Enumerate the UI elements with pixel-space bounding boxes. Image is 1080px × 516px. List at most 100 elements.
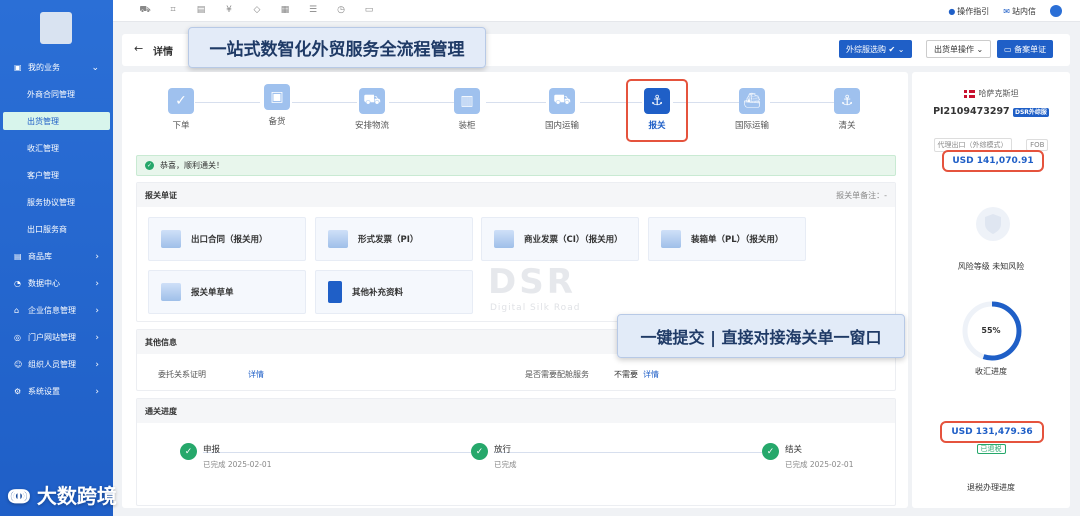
chevron-down-icon: ⌄ — [976, 44, 984, 54]
gear-icon: ⚙ — [14, 387, 22, 396]
promo-banner-mid: 一键提交 | 直接对接海关单一窗口 — [617, 314, 905, 358]
nav-my-business[interactable]: ▣ 我的业务 ⌄ — [0, 54, 113, 81]
check-icon: ✔ — [888, 44, 896, 54]
service-select-button[interactable]: 外综服选购 ✔ ⌄ — [839, 40, 912, 58]
chevron-down-icon: ⌄ — [897, 44, 905, 54]
step-container[interactable]: ▥ 装柜 — [437, 82, 497, 131]
step-clearance[interactable]: ⚓ 清关 — [817, 82, 877, 131]
doc-commercial-invoice[interactable]: 商业发票（CI）（报关用） — [481, 217, 639, 261]
step-logistics[interactable]: ⛟ 安排物流 — [342, 82, 402, 131]
shield-icon — [976, 207, 1010, 241]
entrust-label: 委托关系证明 — [158, 370, 206, 379]
building-icon: ⌂ — [14, 306, 20, 315]
doc-packing-list[interactable]: 装箱单（PL）（报关用） — [648, 217, 806, 261]
current-step-highlight — [626, 79, 688, 142]
entrust-detail-link[interactable]: 详情 — [248, 369, 264, 380]
nav-sub-customer[interactable]: 客户管理 — [0, 162, 113, 189]
space-service-value: 不需要 — [614, 370, 638, 379]
anchor-icon: ⚓ — [834, 88, 860, 114]
document-icon — [161, 283, 181, 301]
dsr-badge: DSR外综服 — [1012, 108, 1049, 117]
chart-icon: ◔ — [14, 279, 21, 288]
toolbar-icons: ⛟ ⌗ ▤ ¥ ◇ ▦ ☰ ◷ ▭ — [131, 5, 383, 16]
space-service-detail-link[interactable]: 详情 — [643, 369, 659, 380]
check-circle-icon: ✓ — [145, 161, 154, 170]
nav-company[interactable]: ⌂ 企业信息管理 › — [0, 297, 113, 324]
avatar[interactable] — [1050, 5, 1062, 17]
globe-icon: ◎ — [14, 333, 21, 342]
nav-settings[interactable]: ⚙ 系统设置 › — [0, 378, 113, 405]
promo-banner-top: 一站式数智化外贸服务全流程管理 — [188, 27, 486, 68]
yen-icon[interactable]: ¥ — [215, 5, 243, 16]
tax-refund-label: 退税办理进度 — [967, 483, 1015, 492]
nav-goods[interactable]: ▤ 商品库 › — [0, 243, 113, 270]
box-icon: ▤ — [14, 252, 22, 261]
brand-mark-icon: ↈ — [8, 484, 30, 508]
step-domestic[interactable]: ⛟ 国内运输 — [532, 82, 592, 131]
brand-logo: ↈ 大数跨境 — [8, 484, 117, 508]
doc-other-materials[interactable]: 其他补充资料 — [315, 270, 473, 314]
check-circle-icon: ✓ — [762, 443, 779, 460]
chevron-right-icon: › — [95, 278, 99, 289]
scan-icon[interactable]: ⌗ — [159, 5, 187, 16]
nav-sub-collection[interactable]: 收汇管理 — [0, 135, 113, 162]
lorry-icon: ⛟ — [549, 88, 575, 114]
step-stock[interactable]: ▣ 备货 — [247, 78, 307, 127]
pi-number: PI2109473297 DSR外综服 — [933, 106, 1049, 117]
clearance-header: 通关进度 — [137, 399, 895, 423]
nav-data[interactable]: ◔ 数据中心 › — [0, 270, 113, 297]
refunded-status: 已退税 — [912, 444, 1070, 454]
refund-amount: USD 131,479.36 — [940, 421, 1044, 443]
chevron-right-icon: › — [95, 359, 99, 370]
filing-docs-button[interactable]: ▭ 备案单证 — [997, 40, 1054, 58]
folder-icon: ▭ — [1004, 44, 1012, 54]
collection-progress-value: 55% — [981, 326, 1001, 335]
ship-icon: ⛴ — [739, 88, 765, 114]
nav-sub-provider[interactable]: 出口服务商 — [0, 216, 113, 243]
chevron-right-icon: › — [95, 386, 99, 397]
list-icon[interactable]: ▭ — [355, 5, 383, 16]
dsr-watermark: DSR — [488, 262, 576, 302]
container-icon: ▥ — [454, 88, 480, 114]
success-notice: ✓ 恭喜，顺利通关！ — [136, 155, 896, 176]
mail-icon: ✉ — [1003, 6, 1010, 16]
sidebar: ▣ 我的业务 ⌄ 外商合同管理 出货管理 收汇管理 客户管理 服务协议管理 出口服务… — [0, 0, 113, 516]
nav-sub-contract[interactable]: 外商合同管理 — [0, 81, 113, 108]
shipment-ops-button[interactable]: 出货单操作 ⌄ — [926, 40, 992, 58]
guide-link[interactable]: ● 操作指引 — [948, 6, 989, 17]
nav-sub-shipment[interactable]: 出货管理 — [3, 112, 110, 130]
doc-export-contract[interactable]: 出口合同（报关用） — [148, 217, 306, 261]
doc-proforma-invoice[interactable]: 形式发票（PI） — [315, 217, 473, 261]
progress-declare: ✓ 申报 已完成 2025-02-01 — [180, 443, 271, 470]
back-arrow-icon[interactable]: ← — [134, 42, 143, 55]
package-icon[interactable]: ▦ — [271, 5, 299, 16]
document-icon — [494, 230, 514, 248]
export-amount: USD 141,070.91 — [942, 150, 1044, 172]
doc-customs-draft[interactable]: 报关单草单 — [148, 270, 306, 314]
step-order[interactable]: ✓ 下单 — [151, 82, 211, 131]
truck-icon[interactable]: ⛟ — [131, 5, 159, 16]
risk-level: 风险等级 未知风险 — [957, 262, 1025, 271]
chevron-down-icon: ⌄ — [91, 62, 99, 73]
dsr-watermark-sub: Digital Silk Road — [490, 303, 581, 313]
progress-close: ✓ 结关 已完成 2025-02-01 — [762, 443, 853, 470]
cube-icon[interactable]: ◇ — [243, 5, 271, 16]
space-service-label: 是否需要配舱服务 — [525, 370, 589, 379]
chevron-right-icon: › — [95, 305, 99, 316]
zip-file-icon — [328, 281, 342, 303]
inbox-link[interactable]: ✉ 站内信 — [1003, 6, 1036, 17]
users-icon: ☺ — [14, 360, 23, 369]
nav-portal[interactable]: ◎ 门户网站管理 › — [0, 324, 113, 351]
stack-icon[interactable]: ☰ — [299, 5, 327, 16]
step-intl[interactable]: ⛴ 国际运输 — [722, 82, 782, 131]
document-icon[interactable]: ▤ — [187, 5, 215, 16]
document-icon — [328, 230, 348, 248]
clock-icon[interactable]: ◷ — [327, 5, 355, 16]
nav-sub-agreement[interactable]: 服务协议管理 — [0, 189, 113, 216]
docs-panel-header: 报关单证 报关单备注：- — [137, 183, 895, 207]
chevron-right-icon: › — [95, 251, 99, 262]
briefcase-icon: ▣ — [14, 63, 22, 72]
nav-org[interactable]: ☺ 组织人员管理 › — [0, 351, 113, 378]
check-circle-icon: ✓ — [471, 443, 488, 460]
calendar-check-icon: ✓ — [168, 88, 194, 114]
